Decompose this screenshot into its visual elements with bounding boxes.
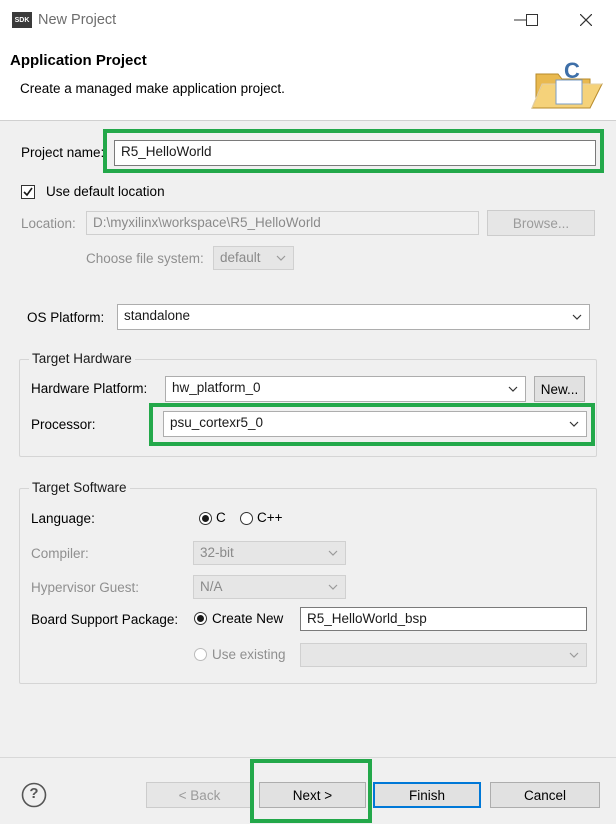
language-label: Language: — [31, 511, 95, 526]
radio-selected-dot — [197, 615, 204, 622]
radio-selected-dot — [202, 515, 209, 522]
browse-button[interactable]: Browse... — [487, 210, 595, 236]
checkmark-icon — [23, 187, 33, 197]
target-hardware-title: Target Hardware — [29, 351, 135, 366]
os-platform-select[interactable]: standalone — [117, 304, 590, 330]
os-platform-value: standalone — [124, 308, 191, 323]
language-c-radio[interactable] — [199, 512, 212, 525]
new-c-project-banner-icon: C — [528, 56, 608, 114]
chevron-down-icon — [508, 386, 518, 392]
maximize-button[interactable] — [512, 6, 552, 34]
use-default-location-checkbox[interactable] — [21, 185, 35, 199]
language-c-label: C — [216, 510, 226, 525]
language-cpp-label: C++ — [257, 510, 283, 525]
new-hardware-platform-button[interactable]: New... — [534, 376, 585, 402]
compiler-select[interactable]: 32-bit — [193, 541, 346, 565]
hardware-platform-value: hw_platform_0 — [172, 380, 261, 395]
location-input[interactable]: D:\myxilinx\workspace\R5_HelloWorld — [86, 211, 479, 235]
close-icon — [580, 14, 592, 26]
compiler-value: 32-bit — [200, 545, 234, 560]
window-title: New Project — [38, 12, 117, 28]
help-button[interactable]: ? — [21, 782, 47, 808]
location-label: Location: — [21, 216, 76, 231]
back-button[interactable]: < Back — [146, 782, 253, 808]
maximize-icon — [526, 14, 538, 26]
bsp-create-new-label: Create New — [212, 611, 284, 626]
file-system-value: default — [220, 250, 261, 265]
file-system-label: Choose file system: — [86, 251, 204, 266]
page-title: Application Project — [10, 52, 147, 69]
processor-label: Processor: — [31, 417, 96, 432]
chevron-down-icon — [276, 255, 286, 261]
page-description: Create a managed make application projec… — [20, 81, 285, 96]
bsp-name-input[interactable]: R5_HelloWorld_bsp — [300, 607, 587, 631]
use-default-location-label: Use default location — [46, 184, 165, 199]
close-button[interactable] — [566, 6, 606, 34]
bsp-create-new-radio[interactable] — [194, 612, 207, 625]
bsp-use-existing-radio[interactable] — [194, 648, 207, 661]
os-platform-label: OS Platform: — [27, 310, 105, 325]
hardware-platform-select[interactable]: hw_platform_0 — [165, 376, 526, 402]
help-glyph: ? — [29, 785, 39, 802]
hypervisor-guest-label: Hypervisor Guest: — [31, 580, 140, 595]
cancel-button[interactable]: Cancel — [490, 782, 600, 808]
highlight-processor — [149, 403, 595, 446]
bsp-existing-select[interactable] — [300, 643, 587, 667]
chevron-down-icon — [328, 584, 338, 590]
hardware-platform-label: Hardware Platform: — [31, 381, 148, 396]
project-name-label: Project name: — [21, 145, 105, 160]
target-software-title: Target Software — [29, 480, 130, 495]
highlight-project-name — [103, 129, 604, 173]
bsp-label: Board Support Package: — [31, 612, 179, 627]
sdk-app-icon: SDK — [12, 12, 32, 28]
highlight-next — [250, 759, 372, 823]
compiler-label: Compiler: — [31, 546, 89, 561]
hypervisor-guest-value: N/A — [200, 579, 223, 594]
language-cpp-radio[interactable] — [240, 512, 253, 525]
bsp-use-existing-label: Use existing — [212, 647, 286, 662]
hypervisor-guest-select[interactable]: N/A — [193, 575, 346, 599]
file-system-select[interactable]: default — [213, 246, 294, 270]
chevron-down-icon — [569, 652, 579, 658]
svg-text:C: C — [564, 58, 580, 83]
chevron-down-icon — [572, 314, 582, 320]
finish-button[interactable]: Finish — [373, 782, 481, 808]
chevron-down-icon — [328, 550, 338, 556]
